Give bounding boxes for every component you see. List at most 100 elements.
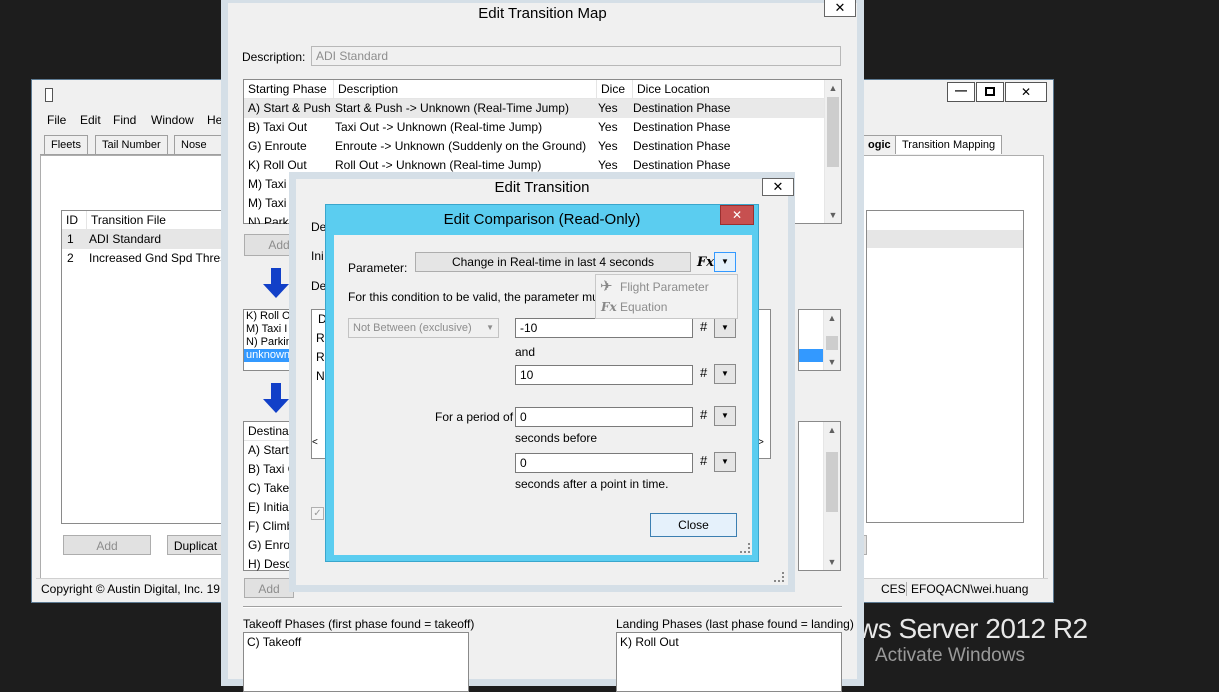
menu-find[interactable]: Find — [113, 113, 136, 127]
cell-description: Taxi Out -> Unknown (Real-time Jump) — [335, 120, 543, 134]
cell-dice: Yes — [598, 120, 618, 134]
landing-phases-label: Landing Phases (last phase found = landi… — [616, 617, 854, 631]
menu-window[interactable]: Window — [151, 113, 194, 127]
list-item[interactable]: 2 Increased Gnd Spd Thres — [62, 249, 222, 268]
list-item[interactable]: E) Initial — [244, 498, 292, 517]
menu-file[interactable]: File — [47, 113, 66, 127]
right-dest-scrollbar[interactable]: ▲ ▼ — [823, 422, 840, 570]
tab-transition-mapping[interactable]: Transition Mapping — [895, 135, 1003, 154]
list-item[interactable]: B) Taxi O — [244, 460, 292, 479]
list-item[interactable]: K) Roll Out — [617, 633, 841, 652]
table-row[interactable]: B) Taxi Out Taxi Out -> Unknown (Real-ti… — [244, 118, 824, 137]
scroll-thumb[interactable] — [827, 97, 839, 167]
list-item[interactable]: K) Roll Ou — [244, 310, 292, 323]
close-button[interactable]: ✕ — [762, 178, 794, 196]
dialog-title: Edit Transition Map — [478, 5, 607, 22]
list-item[interactable]: A) Start — [244, 441, 292, 460]
right-list-scrollbar[interactable]: ▲ ▼ — [823, 310, 840, 370]
cell-location: Destination Phase — [633, 120, 731, 134]
table-row[interactable]: G) Enroute Enroute -> Unknown (Suddenly … — [244, 137, 824, 156]
tab-fleets[interactable]: Fleets — [44, 135, 88, 154]
cell-phase: N) Parki — [248, 215, 292, 224]
minimize-button[interactable]: — — [947, 82, 975, 102]
menu-item-flight-parameter[interactable]: ✈ Flight Parameter — [596, 277, 737, 297]
list-item[interactable]: N) Parkin — [244, 336, 292, 349]
middle-phase-list: K) Roll Ou M) Taxi I N) Parkin unknown — [243, 309, 293, 371]
tab-logic[interactable]: ogic — [862, 135, 898, 154]
value1-type-dropdown[interactable]: ▼ — [714, 318, 736, 338]
period-type-dropdown[interactable]: ▼ — [714, 406, 736, 426]
duplicate-file-button[interactable]: Duplicat — [167, 535, 223, 555]
add-destination-button[interactable]: Add — [244, 578, 294, 598]
scroll-down-icon[interactable]: ▼ — [824, 554, 840, 570]
row-file: ADI Standard — [89, 232, 162, 246]
close-button[interactable]: ✕ — [1005, 82, 1047, 102]
list-item[interactable]: C) Takeoff — [244, 633, 468, 652]
maximize-button[interactable] — [976, 82, 1004, 102]
close-dialog-button[interactable]: Close — [650, 513, 737, 537]
scroll-up-icon[interactable]: ▲ — [825, 80, 841, 96]
description-field[interactable]: ADI Standard — [311, 46, 841, 66]
cell-phase: M) Taxi — [248, 177, 287, 191]
value2-type-dropdown[interactable]: ▼ — [714, 364, 736, 384]
tab-strip-left: Fleets Tail Number Nose Nu — [40, 135, 222, 169]
condition-text: For this condition to be valid, the para… — [348, 290, 619, 304]
operator-select[interactable]: Not Between (exclusive) ▼ — [348, 318, 499, 338]
column-dice-location[interactable]: Dice Location — [632, 80, 822, 98]
scroll-up-icon[interactable]: ▲ — [824, 422, 840, 438]
arrow-down-icon — [263, 383, 289, 415]
right-dest-fragment: ▲ ▼ — [798, 421, 841, 571]
list-item[interactable]: G) Enro — [244, 536, 292, 555]
list-item[interactable]: C) Take — [244, 479, 292, 498]
period-field[interactable]: 0 — [515, 407, 693, 427]
scroll-right-icon[interactable]: > — [758, 437, 770, 448]
transition-file-list: ID Transition File 1 ADI Standard 2 Incr… — [61, 210, 223, 524]
menu-item-equation[interactable]: Fx Equation — [596, 297, 737, 317]
value1-type-icon: # — [700, 319, 708, 334]
row-id: 2 — [67, 251, 74, 265]
after-type-dropdown[interactable]: ▼ — [714, 452, 736, 472]
close-button[interactable]: ✕ — [824, 0, 856, 17]
list-item[interactable]: 1 ADI Standard — [62, 230, 222, 249]
list-item-selected[interactable]: unknown — [244, 349, 292, 362]
value1-field[interactable]: -10 — [515, 318, 693, 338]
scroll-down-icon[interactable]: ▼ — [825, 207, 841, 223]
list-item[interactable]: H) Desc — [244, 555, 292, 571]
column-dice[interactable]: Dice — [596, 80, 632, 98]
column-starting-phase[interactable]: Starting Phase — [244, 80, 334, 98]
menu-edit[interactable]: Edit — [80, 113, 101, 127]
scroll-thumb[interactable] — [826, 452, 838, 512]
airplane-icon: ✈ — [600, 278, 613, 295]
selected-row-fragment — [799, 349, 824, 362]
field-label: Ini — [311, 249, 324, 263]
after-field[interactable]: 0 — [515, 453, 693, 473]
column-transition-file[interactable]: Transition File — [86, 211, 226, 229]
edit-comparison-dialog: Edit Comparison (Read-Only) ✕ Parameter:… — [325, 204, 759, 562]
scroll-thumb[interactable] — [826, 336, 838, 350]
transition-checkbox[interactable]: ✓ — [311, 507, 324, 520]
maximize-icon — [985, 87, 995, 96]
value2-field[interactable]: 10 — [515, 365, 693, 385]
add-file-button[interactable]: Add — [63, 535, 151, 555]
os-watermark: ws Server 2012 R2 — [858, 613, 1088, 644]
list-item[interactable]: F) Climb — [244, 517, 292, 536]
column-description[interactable]: Description — [333, 80, 596, 98]
column-id[interactable]: ID — [62, 211, 86, 229]
list-item[interactable]: M) Taxi I — [244, 323, 292, 336]
resize-grip-icon — [774, 572, 784, 582]
parameter-field[interactable]: Change in Real-time in last 4 seconds — [415, 252, 691, 272]
chevron-down-icon: ▼ — [486, 323, 494, 332]
tab-strip-right: ogic Transition Mapping — [862, 135, 1012, 155]
value2-type-icon: # — [700, 365, 708, 380]
close-button[interactable]: ✕ — [720, 205, 754, 225]
tab-tail-number[interactable]: Tail Number — [95, 135, 168, 154]
scroll-down-icon[interactable]: ▼ — [824, 354, 840, 370]
activate-windows-watermark: Activate Windows — [875, 645, 1025, 666]
section-divider — [243, 606, 842, 608]
parameter-type-dropdown[interactable]: ▼ — [714, 252, 736, 272]
tab-nose-number[interactable]: Nose Nu — [174, 135, 222, 169]
scroll-up-icon[interactable]: ▲ — [824, 310, 840, 326]
table-scrollbar[interactable]: ▲ ▼ — [824, 80, 841, 223]
table-row[interactable]: A) Start & Push Start & Push -> Unknown … — [244, 99, 824, 118]
scroll-left-icon[interactable]: < — [312, 437, 324, 448]
